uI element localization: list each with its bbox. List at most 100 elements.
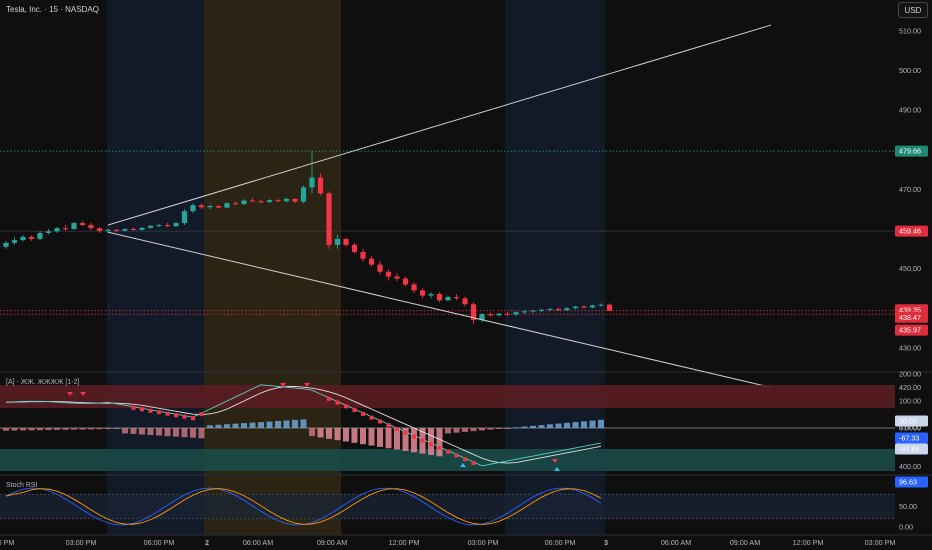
time-axis-label: 2 [205, 538, 209, 547]
candle-body [241, 200, 247, 205]
macd-marker-down [335, 400, 340, 405]
candle-body [79, 223, 86, 226]
histogram-bar [62, 428, 69, 430]
histogram-bar [564, 422, 570, 428]
macd-marker-down [446, 449, 450, 454]
stoch-rsi-label[interactable]: Stoch RSI [6, 482, 38, 489]
candle-body [462, 298, 468, 305]
histogram-bar [37, 428, 43, 431]
histogram-bar [589, 420, 596, 428]
candle-body [139, 227, 145, 230]
candle-body [334, 238, 341, 245]
histogram-bar [479, 428, 485, 431]
histogram-bar [20, 428, 26, 431]
candle-body [207, 206, 213, 208]
histogram-bar [249, 422, 256, 428]
histogram-bar [292, 419, 298, 428]
histogram-bar [96, 428, 103, 430]
macd-marker-down [395, 427, 399, 431]
candle-body [385, 271, 392, 277]
histogram-bar [496, 428, 502, 429]
chart-canvas[interactable]: 510.00500.00490.00480.00470.00460.00450.… [0, 0, 932, 550]
macd-marker-down [361, 411, 365, 416]
candle-body [428, 293, 434, 296]
histogram-bar [530, 425, 536, 428]
candle-body [88, 225, 94, 229]
macd-tag: 30.55 [899, 417, 917, 426]
currency-button[interactable]: USD [898, 2, 928, 18]
histogram-bar [555, 423, 562, 428]
macd-marker-down [140, 407, 144, 412]
histogram-bar [207, 425, 213, 428]
macd-marker-down [352, 408, 357, 413]
candle-body [283, 198, 290, 202]
candle-body [190, 205, 196, 212]
candle-body [20, 236, 26, 241]
histogram-bar [164, 428, 171, 437]
time-axis-label: 09:00 AM [317, 538, 347, 547]
candle-body [351, 244, 358, 252]
candle-body [411, 284, 417, 291]
macd-marker-down [437, 445, 442, 450]
price-tick-label: 490.00 [899, 106, 921, 115]
histogram-bar [113, 428, 120, 429]
histogram-bar [547, 424, 553, 428]
price-tick-label: 420.00 [899, 383, 921, 392]
macd-marker-down [471, 461, 476, 466]
time-axis-label: 00 PM [0, 538, 14, 547]
stoch-band [0, 494, 895, 519]
price-tag: 479.66 [899, 147, 921, 156]
candle-body [54, 228, 60, 232]
price-tag: 459.46 [899, 227, 921, 236]
candle-body [300, 187, 307, 202]
histogram-bar [394, 428, 400, 450]
macd-marker-down [174, 413, 178, 418]
histogram-bar [572, 422, 579, 428]
candle-body [173, 223, 179, 227]
candle-body [504, 313, 511, 315]
time-axis-label: 06:00 PM [144, 538, 175, 547]
candle-body [130, 229, 137, 230]
macd-marker-down [131, 405, 136, 410]
candle-body [343, 238, 349, 245]
macd-tag: -97.88 [899, 445, 919, 454]
time-axis-label: 3 [604, 538, 608, 547]
histogram-bar [504, 428, 511, 429]
histogram-bar [521, 426, 528, 428]
candle-body [360, 251, 366, 259]
histogram-bar [232, 423, 239, 428]
candle-body [547, 308, 553, 310]
histogram-bar [190, 428, 196, 438]
macd-marker-down [165, 411, 170, 416]
candle-body [232, 203, 239, 205]
candle-body [581, 306, 587, 308]
histogram-bar [215, 424, 222, 428]
histogram-bar [453, 428, 460, 433]
histogram-bar [130, 428, 137, 434]
candle-body [368, 258, 375, 265]
time-axis-label: 03:00 PM [865, 538, 896, 547]
candle-body [292, 198, 298, 202]
price-tick-label: 510.00 [899, 27, 921, 36]
candle-body [198, 205, 205, 208]
macd-marker-down [191, 416, 195, 421]
histogram-bar [300, 419, 307, 428]
histogram-bar [360, 428, 366, 445]
candle-body [156, 225, 162, 227]
histogram-bar [334, 428, 341, 441]
candle-body [28, 236, 35, 239]
macd-marker-down [199, 412, 204, 417]
histogram-bar [156, 428, 162, 436]
candle-body [496, 313, 502, 316]
candle-body [224, 203, 230, 208]
candle-body [71, 223, 77, 229]
candle-body [572, 306, 579, 309]
macd-indicator-label[interactable]: [A] - ЖЖ. ЖЖЖЖ [1-2] [6, 379, 79, 386]
chart-title: Tesla, Inc. · 15 · NASDAQ [6, 5, 99, 14]
price-tick-label: 450.00 [899, 264, 921, 273]
macd-marker-down [454, 453, 459, 458]
time-axis-label: 03:00 PM [468, 538, 499, 547]
candle-body [45, 231, 52, 233]
stoch-tag: 96.63 [899, 478, 917, 487]
price-tag: 435.97 [899, 326, 921, 335]
